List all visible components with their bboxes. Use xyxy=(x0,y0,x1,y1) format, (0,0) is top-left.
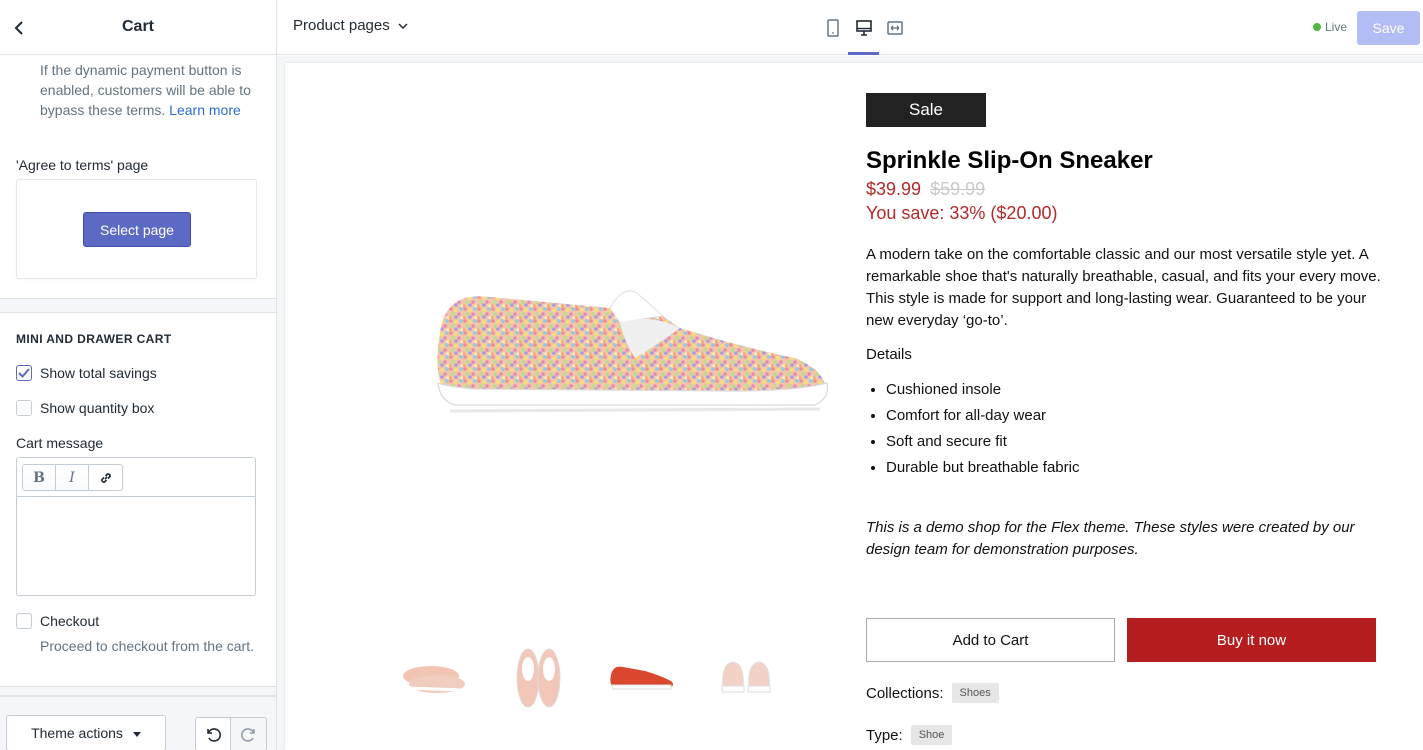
demo-note: This is a demo shop for the Flex theme. … xyxy=(866,519,1355,558)
thumbnail-image[interactable] xyxy=(711,643,781,713)
compare-at-price: $59.99 xyxy=(930,179,986,199)
checkbox-label: Show quantity box xyxy=(40,400,155,416)
checkmark-icon xyxy=(18,368,30,378)
sidebar-title: Cart xyxy=(121,18,154,35)
chevron-left-icon xyxy=(14,21,23,35)
rte-button-group: B I xyxy=(22,464,123,491)
mobile-icon xyxy=(826,19,839,37)
details-heading: Details xyxy=(866,346,912,363)
section-divider xyxy=(0,686,276,696)
italic-button[interactable]: I xyxy=(56,465,89,490)
device-switcher xyxy=(817,12,910,55)
undo-icon xyxy=(207,728,221,742)
product-description: A modern take on the comfortable classic… xyxy=(866,246,1381,329)
sidebar-footer: Theme actions xyxy=(0,696,276,750)
redo-button[interactable] xyxy=(231,718,266,750)
list-item: Comfort for all-day wear xyxy=(886,403,1391,429)
checkbox-label: Show total savings xyxy=(40,365,157,381)
show-total-savings-checkbox[interactable]: Show total savings xyxy=(16,365,157,381)
collections-label: Collections: xyxy=(866,684,944,702)
product-title: Sprinkle Slip-On Sneaker xyxy=(866,147,1153,174)
sidebar-header: Cart xyxy=(0,0,276,55)
product-info: Sale Sprinkle Slip-On Sneaker $39.99 $59… xyxy=(866,93,1391,561)
theme-actions-button[interactable]: Theme actions xyxy=(6,715,166,750)
mobile-view-button[interactable] xyxy=(817,12,848,44)
desktop-view-button[interactable] xyxy=(848,12,879,55)
save-button[interactable]: Save xyxy=(1357,11,1420,45)
back-button[interactable] xyxy=(8,17,30,39)
undo-redo-group xyxy=(195,717,267,750)
type-row: Type: Shoe xyxy=(866,725,953,745)
caret-down-icon xyxy=(132,732,141,737)
select-page-button[interactable]: Select page xyxy=(83,212,191,247)
checkout-help-text: Proceed to checkout from the cart. xyxy=(40,638,254,654)
list-item: Soft and secure fit xyxy=(886,429,1391,455)
collections-row: Collections: Shoes xyxy=(866,683,999,703)
chevron-down-icon xyxy=(398,22,408,29)
preview-topbar: Product pages Live Save xyxy=(277,0,1423,55)
cart-message-textarea[interactable] xyxy=(17,498,255,595)
link-button[interactable] xyxy=(89,465,122,490)
details-list: Cushioned insole Comfort for all-day wea… xyxy=(866,377,1391,481)
sale-price: $39.99 xyxy=(866,179,922,199)
cart-message-label: Cart message xyxy=(16,435,104,451)
cart-message-editor: B I xyxy=(16,457,256,596)
dynamic-button-help: If the dynamic payment button is enabled… xyxy=(40,60,260,120)
show-quantity-box-checkbox[interactable]: Show quantity box xyxy=(16,400,154,416)
full-width-view-button[interactable] xyxy=(879,12,910,44)
live-label: Live xyxy=(1325,20,1348,34)
checkbox[interactable] xyxy=(16,400,32,416)
thumbnail-strip xyxy=(399,643,815,713)
expand-width-icon xyxy=(886,21,903,35)
bold-button[interactable]: B xyxy=(23,465,56,490)
list-item: Durable but breathable fabric xyxy=(886,455,1391,481)
thumbnail-image[interactable] xyxy=(503,643,573,713)
sneaker-main-image[interactable] xyxy=(435,283,830,423)
sneaker-pair-thumbnail xyxy=(403,666,465,693)
thumbnail-image[interactable] xyxy=(399,643,469,713)
purchase-buttons: Add to Cart Buy it now xyxy=(866,618,1376,662)
page-type-select[interactable]: Product pages xyxy=(293,17,408,34)
thumbnail-image[interactable] xyxy=(607,643,677,713)
checkbox[interactable] xyxy=(16,365,32,381)
checkbox[interactable] xyxy=(16,613,32,629)
add-to-cart-button[interactable]: Add to Cart xyxy=(866,618,1115,662)
live-status: Live xyxy=(1313,20,1347,34)
price-row: $39.99 $59.99 xyxy=(866,179,1391,200)
desktop-icon xyxy=(855,20,872,36)
checkbox-label: Checkout xyxy=(40,613,100,629)
learn-more-link[interactable]: Learn more xyxy=(169,102,241,118)
page-type-label: Product pages xyxy=(293,17,390,34)
storefront-preview: Sale Sprinkle Slip-On Sneaker $39.99 $59… xyxy=(285,63,1423,750)
sale-badge: Sale xyxy=(866,93,986,127)
live-dot-icon xyxy=(1313,23,1321,31)
theme-actions-label: Theme actions xyxy=(31,725,123,741)
undo-button[interactable] xyxy=(196,718,231,750)
section-divider xyxy=(0,298,276,313)
buy-it-now-button[interactable]: Buy it now xyxy=(1127,618,1376,662)
sneaker-side-thumbnail xyxy=(610,666,673,690)
collection-tag[interactable]: Shoes xyxy=(951,683,999,703)
link-icon xyxy=(100,472,111,483)
redo-icon xyxy=(240,728,255,742)
theme-editor-sidebar: Cart If the dynamic payment button is en… xyxy=(0,0,277,750)
list-item: Cushioned insole xyxy=(886,377,1391,403)
checkout-checkbox[interactable]: Checkout xyxy=(16,613,99,629)
savings-text: You save: 33% ($20.00) xyxy=(866,203,1058,223)
sneaker-top-thumbnail xyxy=(516,648,561,708)
sidebar-body: If the dynamic payment button is enabled… xyxy=(0,56,276,696)
section-heading: MINI AND DRAWER CART xyxy=(16,332,172,346)
type-label: Type: xyxy=(866,726,903,744)
page-picker-card: Select page xyxy=(16,179,257,279)
sneaker-back-thumbnail xyxy=(721,661,771,693)
agree-terms-label: 'Agree to terms' page xyxy=(16,157,149,173)
type-tag[interactable]: Shoe xyxy=(910,725,953,745)
rte-toolbar: B I xyxy=(17,458,255,497)
